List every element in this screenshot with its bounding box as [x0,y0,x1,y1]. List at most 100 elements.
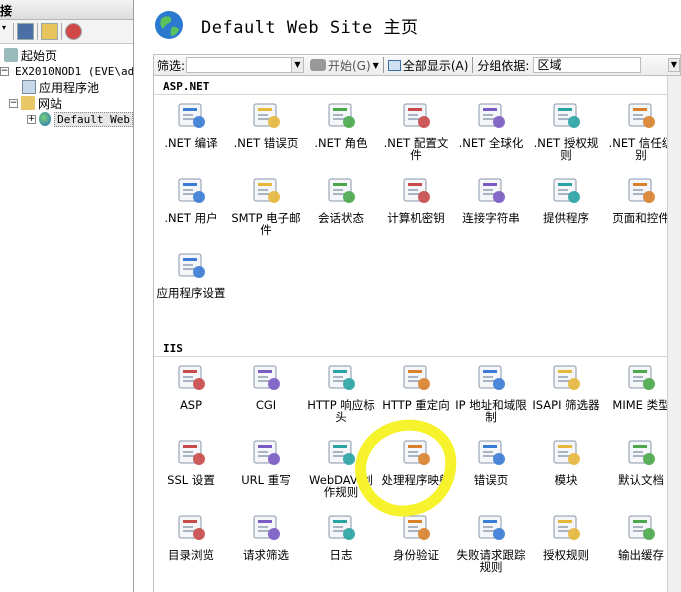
feature-cgi[interactable]: CGI [229,360,303,411]
tree-item-app-pools[interactable]: 应用程序池 [0,79,133,95]
feature-asp[interactable]: ASP [154,360,228,411]
tree-item-server[interactable]: − EX2010NOD1 (EVE\ad [0,63,133,79]
globe-icon [155,11,183,39]
section-title-aspnet: ASP.NET [163,80,210,93]
feature-directory-browsing[interactable]: 目录浏览 [154,510,228,561]
feature-session-state[interactable]: 会话状态 [304,173,378,224]
disconnect-icon[interactable] [65,23,82,40]
feature-request-filter[interactable]: 请求筛选 [229,510,303,561]
feature-ip-restrict[interactable]: IP 地址和域限制 [454,360,528,423]
feature-label: 会话状态 [318,211,364,225]
tree-item-sites[interactable]: − 网站 [0,95,133,111]
tree-item-start-page[interactable]: 起始页 [0,47,133,63]
collapse-icon[interactable]: − [9,98,18,108]
webdav-icon [324,435,358,469]
feature-label: 应用程序设置 [156,286,226,300]
feature-label: 请求筛选 [243,548,289,562]
connect-icon[interactable] [41,23,58,40]
dotnet-compile-icon [174,98,208,132]
chevron-down-icon[interactable]: ▼ [668,58,680,72]
feature-label: .NET 错误页 [233,136,299,150]
feature-label: .NET 编译 [164,136,218,150]
feature-label: 默认文档 [618,473,664,487]
filter-separator [472,57,474,73]
roles-icon [324,98,358,132]
feature-label: 提供程序 [543,211,589,225]
feature-globe[interactable]: .NET 全球化 [454,98,528,149]
http-header-icon [324,360,358,394]
user-icon [174,173,208,207]
feature-provider[interactable]: 提供程序 [529,173,603,224]
feature-ssl-lock[interactable]: SSL 设置 [154,435,228,486]
feature-authorization[interactable]: 授权规则 [529,510,603,561]
feature-authentication[interactable]: 身份验证 [379,510,453,561]
feature-label: 连接字符串 [462,211,520,225]
feature-label: 授权规则 [543,548,589,562]
feature-connection-string[interactable]: 连接字符串 [454,173,528,224]
failed-request-icon [474,510,508,544]
feature-redirect[interactable]: HTTP 重定向 [379,360,453,411]
feature-error-page-404[interactable]: .NET 错误页 [229,98,303,149]
modules-icon [549,435,583,469]
feature-url-rewrite[interactable]: URL 重写 [229,435,303,486]
dropdown-arrow-icon[interactable]: ▾ [2,23,10,40]
directory-browsing-icon [174,510,208,544]
group-by-select[interactable]: 区域 [533,57,642,73]
feature-label: URL 重写 [241,473,291,487]
start-page-icon [4,48,18,62]
app-settings-icon [174,248,208,282]
collapse-icon[interactable]: − [0,66,9,76]
feature-failed-request[interactable]: 失败请求跟踪规则 [454,510,528,573]
feature-label: .NET 配置文件 [383,136,449,162]
feature-label: IP 地址和域限制 [455,398,527,424]
feature-roles[interactable]: .NET 角色 [304,98,378,149]
request-filter-icon [249,510,283,544]
feature-modules[interactable]: 模块 [529,435,603,486]
save-icon[interactable] [17,23,34,40]
ip-restrict-icon [474,360,508,394]
expand-icon[interactable]: + [27,114,36,124]
feature-label: 页面和控件 [612,211,670,225]
feature-profile[interactable]: .NET 配置文件 [379,98,453,161]
profile-icon [399,98,433,132]
feature-email[interactable]: SMTP 电子邮件 [229,173,303,236]
feature-app-settings[interactable]: 应用程序设置 [154,248,228,299]
feature-label: ASP [179,398,203,412]
globe-icon [474,98,508,132]
tree-item-default-web-site[interactable]: + Default Web [0,111,133,127]
vertical-scrollbar[interactable] [667,76,681,592]
filter-input[interactable]: ▼ [186,57,304,73]
tree-item-label: 起始页 [21,48,58,63]
chevron-down-icon[interactable]: ▼ [291,58,303,72]
show-all-button[interactable]: 全部显示(A) [387,57,468,74]
feature-user[interactable]: .NET 用户 [154,173,228,224]
feature-label: .NET 用户 [164,211,218,225]
section-title-iis: IIS [163,342,183,355]
show-all-icon [387,59,401,71]
start-button[interactable]: 开始(G) [310,57,371,74]
feature-lock[interactable]: .NET 授权规则 [529,98,603,161]
cgi-icon [249,360,283,394]
feature-label: 错误页 [473,473,509,487]
feature-machine-key[interactable]: 计算机密钥 [379,173,453,224]
sites-folder-icon [21,96,35,110]
feature-label: 输出缓存 [618,548,664,562]
feature-dotnet-compile[interactable]: .NET 编译 [154,98,228,149]
toolbar-separator [13,23,14,40]
feature-error-page[interactable]: 错误页 [454,435,528,486]
error-page-icon [474,435,508,469]
page-header: Default Web Site 主页 [139,0,681,50]
toolbar-separator [37,23,38,40]
chevron-down-icon[interactable]: ▼ [373,61,379,70]
logging-icon [324,510,358,544]
output-cache-icon [624,510,658,544]
feature-isapi-filter[interactable]: ISAPI 筛选器 [529,360,603,411]
url-rewrite-icon [249,435,283,469]
feature-label: CGI [255,398,277,412]
tree-item-label: EX2010NOD1 (EVE\ad [15,64,134,78]
filter-separator [382,57,384,73]
feature-logging[interactable]: 日志 [304,510,378,561]
feature-http-header[interactable]: HTTP 响应标头 [304,360,378,423]
filter-label: 筛选: [157,58,186,73]
connection-string-icon [474,173,508,207]
